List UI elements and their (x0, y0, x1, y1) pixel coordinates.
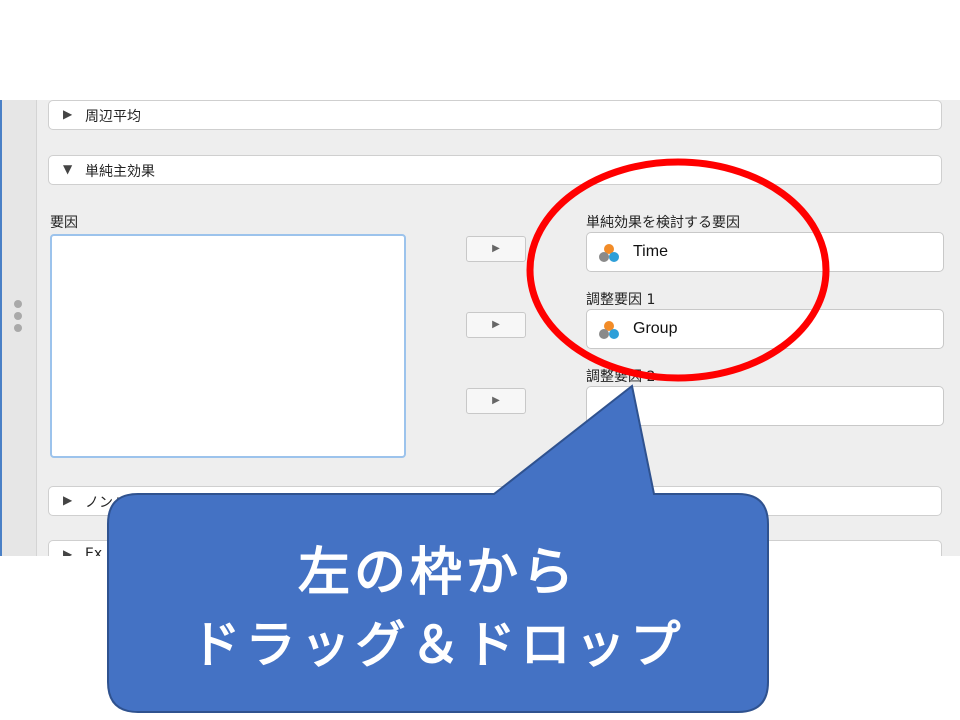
callout-line-2: ドラッグ＆ドロップ (190, 616, 686, 674)
highlight-ellipse (526, 158, 830, 382)
callout-line-1: 左の枠から (297, 543, 578, 603)
